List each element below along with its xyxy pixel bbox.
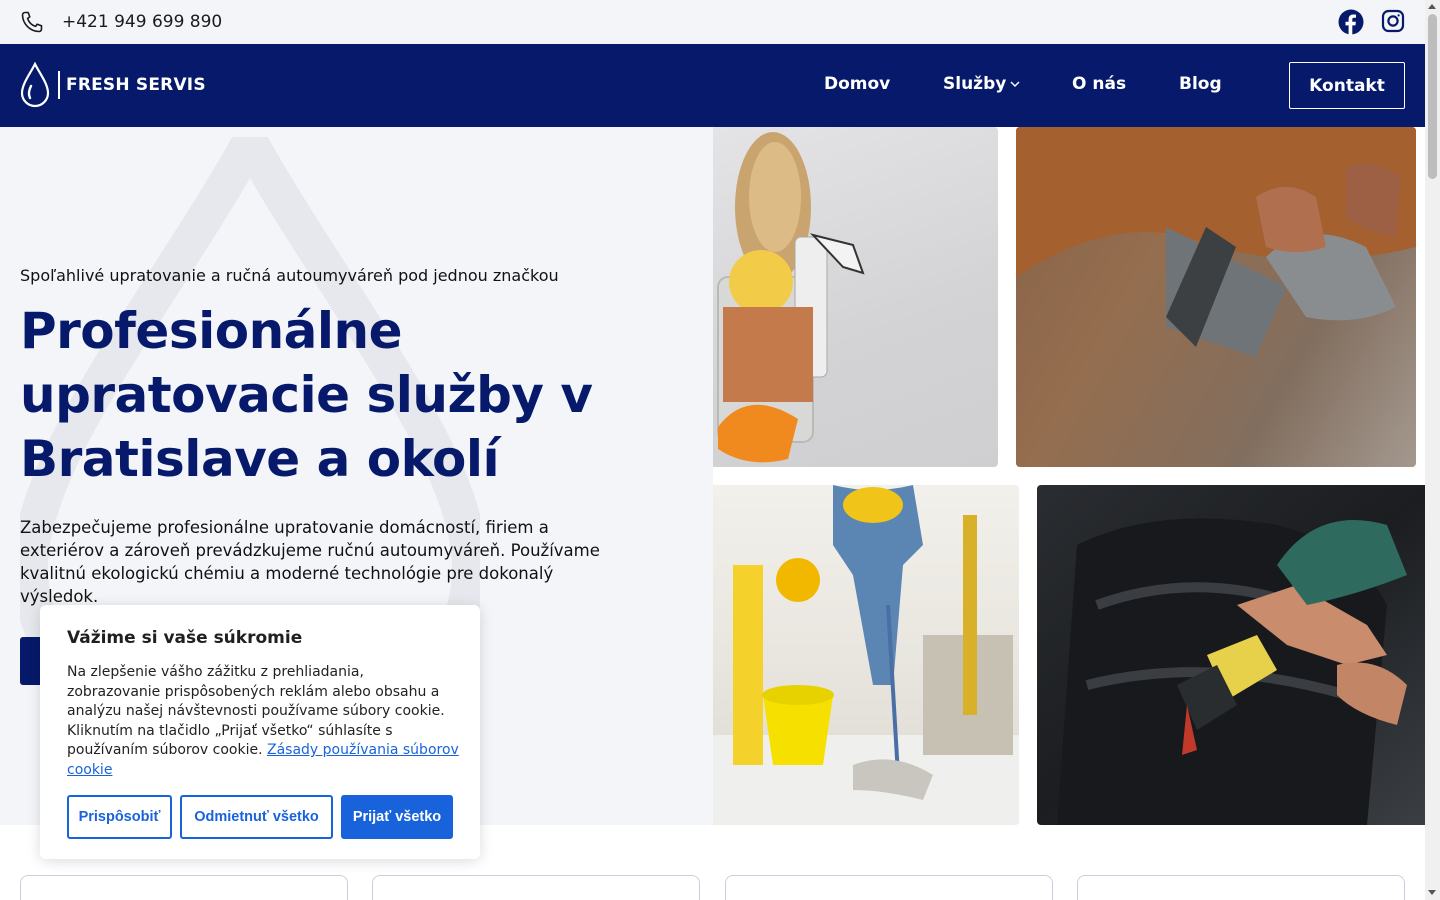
nav-link-domov[interactable]: Domov <box>824 74 890 94</box>
top-bar: +421 949 699 890 <box>0 0 1425 44</box>
site-logo[interactable]: FRESH SERVIS <box>20 62 206 108</box>
nav-link-sluzby[interactable]: Služby <box>943 74 1021 94</box>
service-card[interactable] <box>1077 875 1405 900</box>
water-drop-logo-icon <box>20 62 50 108</box>
facebook-icon[interactable] <box>1338 9 1364 35</box>
photo-upholstery-cleaning <box>1016 127 1416 467</box>
phone-number-link[interactable]: +421 949 699 890 <box>62 12 222 32</box>
main-navigation: FRESH SERVIS Domov Služby O nás Blog Kon… <box>0 44 1425 127</box>
hero-headline: Profesionálne upratovacie služby v Brati… <box>20 302 593 488</box>
service-card[interactable] <box>20 875 348 900</box>
service-card[interactable] <box>372 875 700 900</box>
cookie-customize-button[interactable]: Prispôsobiť <box>67 795 172 839</box>
cookie-text-block: Na zlepšenie vášho zážitku z prehliadani… <box>67 663 459 780</box>
cookie-title: Vážime si vaše súkromie <box>67 628 303 648</box>
nav-link-blog[interactable]: Blog <box>1179 74 1222 94</box>
cookie-reject-button[interactable]: Odmietnuť všetko <box>180 795 333 839</box>
scroll-up-arrow-icon[interactable] <box>1428 4 1436 9</box>
hero-tagline: Spoľahlivé upratovanie a ručná autoumyvá… <box>20 266 559 285</box>
brand-name: FRESH SERVIS <box>66 75 206 95</box>
photo-cleaning-supplies <box>713 127 998 467</box>
instagram-icon[interactable] <box>1381 9 1405 33</box>
scrollbar-thumb[interactable] <box>1428 14 1437 179</box>
photo-floor-mopping <box>713 485 1019 825</box>
nav-link-sluzby-label: Služby <box>943 74 1007 94</box>
logo-separator <box>58 71 60 99</box>
nav-link-o-nas[interactable]: O nás <box>1072 74 1126 94</box>
cookie-consent-banner: Vážime si vaše súkromie Na zlepšenie váš… <box>40 605 480 859</box>
chevron-down-icon <box>1010 81 1020 87</box>
page-scrollbar[interactable] <box>1425 0 1440 900</box>
hero-description: Zabezpečujeme profesionálne upratovanie … <box>20 518 600 606</box>
scroll-down-arrow-icon[interactable] <box>1428 890 1436 895</box>
contact-button[interactable]: Kontakt <box>1289 62 1405 109</box>
photo-car-seat-cleaning <box>1037 485 1425 825</box>
cookie-accept-button[interactable]: Prijať všetko <box>341 795 453 839</box>
service-card[interactable] <box>725 875 1053 900</box>
phone-icon[interactable] <box>20 10 44 34</box>
